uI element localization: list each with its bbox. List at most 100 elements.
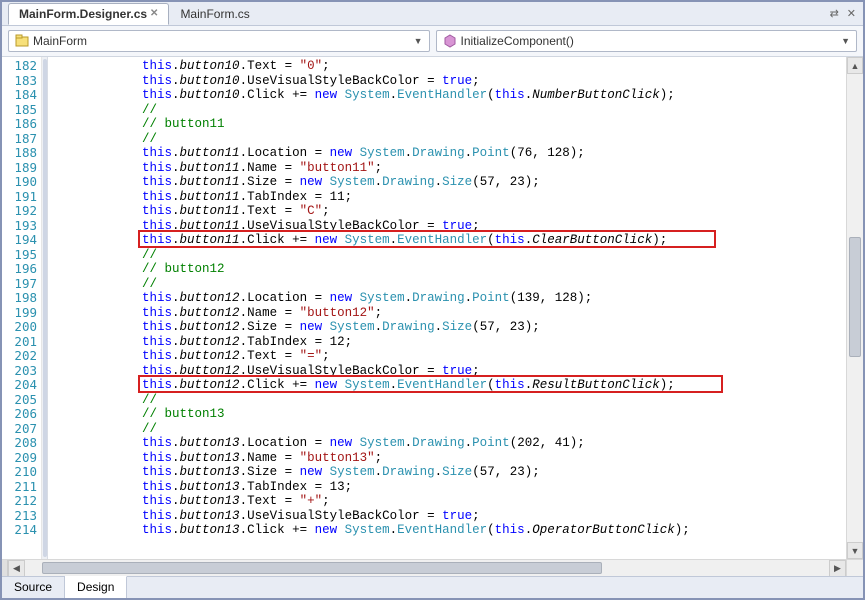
member-selector-label: InitializeComponent() xyxy=(461,34,842,48)
code-line[interactable]: this.button11.Click += new System.EventH… xyxy=(48,233,846,248)
code-line[interactable]: this.button13.TabIndex = 13; xyxy=(48,480,846,495)
code-line[interactable]: // xyxy=(48,277,846,292)
line-number: 206 xyxy=(2,407,37,422)
scroll-left-button[interactable]: ◀ xyxy=(8,560,25,577)
line-number: 194 xyxy=(2,233,37,248)
mode-tabstrip: Source Design xyxy=(2,576,863,598)
scroll-down-button[interactable]: ▼ xyxy=(847,542,863,559)
tab-overflow-icon[interactable]: ⇄ xyxy=(827,7,842,20)
file-tabstrip: MainForm.Designer.cs ✕ MainForm.cs ⇄ ✕ xyxy=(2,2,863,26)
tab-label: MainForm.Designer.cs xyxy=(19,7,147,21)
code-line[interactable]: this.button10.Text = "0"; xyxy=(48,59,846,74)
code-line[interactable]: this.button13.Location = new System.Draw… xyxy=(48,436,846,451)
tab-close-all-icon[interactable]: ✕ xyxy=(844,7,859,20)
line-number: 205 xyxy=(2,393,37,408)
code-line[interactable]: this.button11.Name = "button11"; xyxy=(48,161,846,176)
line-number: 187 xyxy=(2,132,37,147)
line-number: 189 xyxy=(2,161,37,176)
scroll-corner xyxy=(846,560,863,576)
line-number: 214 xyxy=(2,523,37,538)
code-line[interactable]: this.button12.UseVisualStyleBackColor = … xyxy=(48,364,846,379)
vertical-scroll-thumb[interactable] xyxy=(849,237,861,357)
code-line[interactable]: this.button13.Text = "+"; xyxy=(48,494,846,509)
line-number: 204 xyxy=(2,378,37,393)
code-line[interactable]: this.button10.Click += new System.EventH… xyxy=(48,88,846,103)
code-line[interactable]: this.button11.Location = new System.Draw… xyxy=(48,146,846,161)
line-number: 183 xyxy=(2,74,37,89)
tab-label: MainForm.cs xyxy=(180,7,249,21)
code-line[interactable]: this.button10.UseVisualStyleBackColor = … xyxy=(48,74,846,89)
code-line[interactable]: this.button11.Size = new System.Drawing.… xyxy=(48,175,846,190)
line-number: 198 xyxy=(2,291,37,306)
line-number-gutter: 1821831841851861871881891901911921931941… xyxy=(2,57,42,559)
line-number: 185 xyxy=(2,103,37,118)
line-number: 193 xyxy=(2,219,37,234)
code-line[interactable]: this.button12.Name = "button12"; xyxy=(48,306,846,321)
code-line[interactable]: this.button12.Text = "="; xyxy=(48,349,846,364)
horizontal-scrollbar-row: ◀ ▶ xyxy=(2,559,863,576)
vertical-scrollbar[interactable]: ▲ ▼ xyxy=(846,57,863,559)
line-number: 182 xyxy=(2,59,37,74)
code-line[interactable]: // xyxy=(48,422,846,437)
code-line[interactable]: // xyxy=(48,132,846,147)
line-number: 208 xyxy=(2,436,37,451)
code-area[interactable]: this.button10.Text = "0"; this.button10.… xyxy=(48,57,846,559)
tab-designer-cs[interactable]: MainForm.Designer.cs ✕ xyxy=(8,3,169,25)
scroll-right-button[interactable]: ▶ xyxy=(829,560,846,577)
code-line[interactable]: this.button13.Size = new System.Drawing.… xyxy=(48,465,846,480)
code-line[interactable]: this.button13.UseVisualStyleBackColor = … xyxy=(48,509,846,524)
class-selector-dropdown[interactable]: MainForm ▼ xyxy=(8,30,430,52)
line-number: 207 xyxy=(2,422,37,437)
code-line[interactable]: // xyxy=(48,393,846,408)
method-icon xyxy=(443,34,457,48)
line-number: 209 xyxy=(2,451,37,466)
line-number: 213 xyxy=(2,509,37,524)
code-line[interactable]: this.button12.Size = new System.Drawing.… xyxy=(48,320,846,335)
line-number: 190 xyxy=(2,175,37,190)
scroll-up-button[interactable]: ▲ xyxy=(847,57,863,74)
tab-mainform-cs[interactable]: MainForm.cs xyxy=(169,3,260,24)
code-line[interactable]: this.button12.TabIndex = 12; xyxy=(48,335,846,350)
code-line[interactable]: this.button12.Click += new System.EventH… xyxy=(48,378,846,393)
code-line[interactable]: // button13 xyxy=(48,407,846,422)
code-line[interactable]: this.button11.TabIndex = 11; xyxy=(48,190,846,205)
code-editor: 1821831841851861871881891901911921931941… xyxy=(2,57,863,559)
line-number: 195 xyxy=(2,248,37,263)
horizontal-scroll-thumb[interactable] xyxy=(42,562,602,574)
line-number: 201 xyxy=(2,335,37,350)
line-number: 210 xyxy=(2,465,37,480)
tab-controls: ⇄ ✕ xyxy=(827,7,863,20)
code-line[interactable]: // xyxy=(48,103,846,118)
class-selector-label: MainForm xyxy=(33,34,414,48)
line-number: 197 xyxy=(2,277,37,292)
code-line[interactable]: this.button13.Name = "button13"; xyxy=(48,451,846,466)
mode-tab-design[interactable]: Design xyxy=(65,576,127,598)
code-line[interactable]: // button12 xyxy=(48,262,846,277)
line-number: 184 xyxy=(2,88,37,103)
editor-window: MainForm.Designer.cs ✕ MainForm.cs ⇄ ✕ M… xyxy=(0,0,865,600)
close-icon[interactable]: ✕ xyxy=(150,8,158,19)
code-line[interactable]: this.button11.UseVisualStyleBackColor = … xyxy=(48,219,846,234)
line-number: 186 xyxy=(2,117,37,132)
line-number: 199 xyxy=(2,306,37,321)
line-number: 202 xyxy=(2,349,37,364)
code-line[interactable]: // button11 xyxy=(48,117,846,132)
code-line[interactable]: this.button13.Click += new System.EventH… xyxy=(48,523,846,538)
code-line[interactable]: this.button12.Location = new System.Draw… xyxy=(48,291,846,306)
code-line[interactable]: // xyxy=(48,248,846,263)
line-number: 203 xyxy=(2,364,37,379)
outline-bar xyxy=(43,59,47,557)
member-selector-row: MainForm ▼ InitializeComponent() ▼ xyxy=(2,26,863,57)
chevron-down-icon: ▼ xyxy=(414,36,423,46)
line-number: 192 xyxy=(2,204,37,219)
member-selector-dropdown[interactable]: InitializeComponent() ▼ xyxy=(436,30,858,52)
mode-tab-source[interactable]: Source xyxy=(2,577,65,598)
horizontal-scrollbar[interactable] xyxy=(25,560,829,576)
class-icon xyxy=(15,34,29,48)
line-number: 196 xyxy=(2,262,37,277)
line-number: 191 xyxy=(2,190,37,205)
line-number: 200 xyxy=(2,320,37,335)
line-number: 188 xyxy=(2,146,37,161)
code-line[interactable]: this.button11.Text = "C"; xyxy=(48,204,846,219)
line-number: 211 xyxy=(2,480,37,495)
